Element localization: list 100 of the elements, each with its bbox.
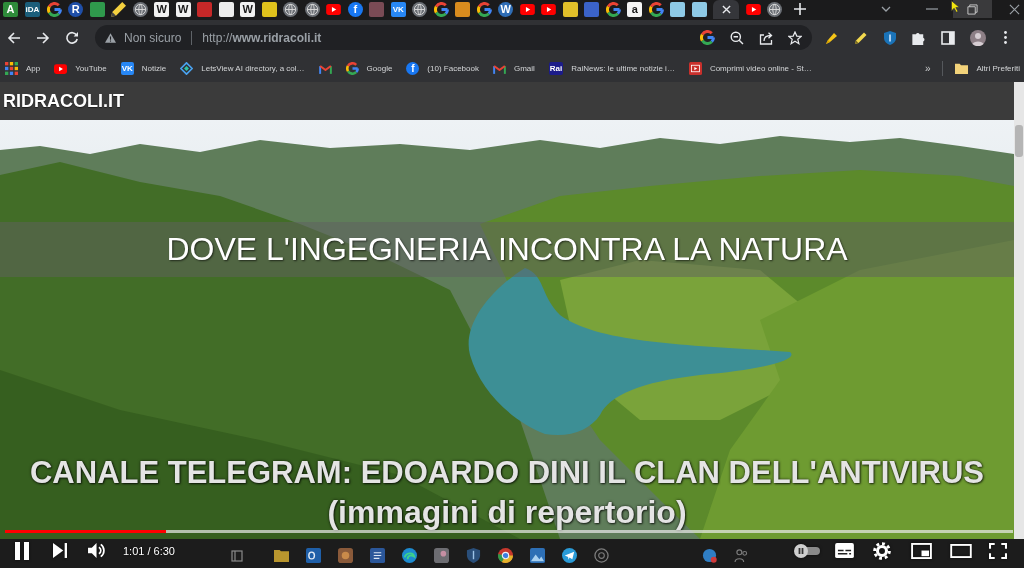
autoplay-toggle[interactable]: [794, 543, 822, 558]
reload-icon[interactable]: [65, 30, 79, 45]
chevron-down-icon[interactable]: [881, 6, 892, 12]
g-logo-icon[interactable]: [648, 2, 664, 17]
favicon-letter[interactable]: W: [498, 2, 514, 17]
theater-mode-icon[interactable]: [950, 543, 972, 558]
site-title[interactable]: RIDRACOLI.IT: [3, 90, 124, 112]
document-app-icon[interactable]: [370, 548, 385, 563]
mail-logo-icon[interactable]: [318, 63, 332, 74]
bookmark-link[interactable]: VK Notizie: [120, 62, 167, 75]
bookmark-link[interactable]: Gmail: [492, 63, 535, 74]
favicon-letter: Rai: [548, 62, 564, 75]
ring-icon[interactable]: [594, 548, 609, 563]
pause-icon[interactable]: [14, 541, 30, 560]
star-icon[interactable]: [788, 30, 802, 45]
zoom-out-icon[interactable]: [730, 30, 744, 45]
apps-grid-icon: [5, 62, 18, 75]
shield-icon[interactable]: [466, 548, 481, 563]
pencil-icon[interactable]: [854, 30, 868, 45]
favicon-letter[interactable]: R: [68, 2, 84, 17]
site-favicon-icon[interactable]: [261, 2, 277, 17]
play-logo-icon[interactable]: [745, 4, 761, 15]
pencil-icon[interactable]: [111, 2, 127, 17]
g-logo-icon[interactable]: [433, 2, 449, 17]
more-bookmarks-button[interactable]: »: [924, 63, 931, 74]
forward-arrow-icon[interactable]: [36, 30, 50, 45]
favicon-letter[interactable]: W: [175, 2, 191, 17]
g-logo-icon[interactable]: [46, 2, 62, 17]
site-favicon-icon[interactable]: [218, 2, 234, 17]
app-tile-icon[interactable]: [338, 548, 353, 563]
volume-icon[interactable]: [88, 542, 106, 559]
play-logo-icon[interactable]: [541, 4, 557, 15]
people-icon[interactable]: [734, 548, 749, 563]
restore-button[interactable]: [953, 0, 993, 18]
progress-track[interactable]: [5, 530, 1013, 533]
site-favicon-icon[interactable]: [455, 2, 471, 17]
app-tile-icon[interactable]: [434, 548, 449, 563]
site-favicon-icon[interactable]: [562, 2, 578, 17]
play-logo-icon[interactable]: [326, 4, 342, 15]
picture-icon[interactable]: [530, 548, 545, 563]
more-menu-icon[interactable]: [1004, 31, 1007, 44]
browser-logo-icon[interactable]: [498, 548, 513, 563]
avatar-icon[interactable]: [970, 29, 986, 46]
video-file-icon: [688, 62, 702, 75]
paper-plane-icon[interactable]: [562, 548, 577, 563]
swirl-icon[interactable]: [402, 548, 417, 563]
favicon-letter[interactable]: W: [154, 2, 170, 17]
site-favicon-icon[interactable]: [691, 2, 707, 17]
puzzle-icon[interactable]: [912, 30, 926, 45]
video-caption: (immagini di repertorio): [327, 496, 687, 528]
tab-close-icon[interactable]: [721, 4, 731, 14]
favicon-letter[interactable]: iDA: [24, 2, 41, 17]
mail-app-icon[interactable]: [306, 548, 321, 563]
new-tab-icon[interactable]: [794, 3, 807, 15]
close-icon[interactable]: [1009, 4, 1021, 15]
play-logo-icon[interactable]: [519, 4, 535, 15]
scrollbar-thumb[interactable]: [1015, 125, 1023, 157]
g-logo-icon[interactable]: [476, 2, 492, 17]
folder-icon[interactable]: [274, 548, 289, 563]
g-logo-icon[interactable]: [605, 2, 621, 17]
site-favicon-icon[interactable]: [670, 2, 686, 17]
favicon-letter[interactable]: W: [240, 2, 256, 17]
globe-icon[interactable]: [767, 2, 783, 17]
skip-next-icon[interactable]: [53, 543, 67, 558]
favicon-letter[interactable]: A: [3, 2, 18, 17]
globe-icon[interactable]: [412, 2, 428, 17]
globe-icon[interactable]: [283, 2, 299, 17]
status-circle-icon[interactable]: [702, 548, 717, 563]
bookmark-link[interactable]: Rai RaiNews: le ultime notizie i…: [548, 62, 675, 75]
active-tab[interactable]: [713, 0, 740, 19]
shield-icon[interactable]: [883, 30, 897, 45]
fullscreen-icon[interactable]: [989, 542, 1007, 559]
miniplayer-icon[interactable]: [911, 542, 932, 559]
minimize-icon[interactable]: [926, 8, 939, 10]
favicon-letter[interactable]: VK: [390, 2, 406, 17]
share-icon[interactable]: [759, 30, 773, 45]
favicon-letter[interactable]: a: [627, 2, 643, 17]
bookmark-link[interactable]: Comprimi video online - St…: [688, 62, 812, 75]
play-logo-icon: [54, 63, 68, 74]
highlighter-icon[interactable]: [825, 30, 839, 45]
g-logo-icon[interactable]: [700, 30, 715, 45]
scrollbar[interactable]: [1014, 82, 1024, 539]
bookmark-link[interactable]: Google: [345, 62, 393, 75]
side-panel-icon[interactable]: [941, 30, 955, 45]
bookmark-link[interactable]: YouTube: [54, 63, 107, 74]
settings-icon[interactable]: [873, 541, 891, 560]
back-arrow-icon[interactable]: [7, 30, 21, 45]
address-bar[interactable]: Non sicuro http://www.ridracoli.it: [95, 25, 812, 50]
favicon-letter[interactable]: f: [347, 2, 363, 17]
bookmark-link[interactable]: LetsView AI directory, a col…: [180, 62, 305, 75]
subtitles-icon[interactable]: [835, 543, 854, 558]
url-text: http://www.ridracoli.it: [202, 30, 322, 45]
bookmark-folder[interactable]: Altri Preferiti: [955, 62, 1020, 75]
time-display: 1:01 / 6:30: [123, 544, 175, 557]
bookmark-link[interactable]: f (10) Facebook: [406, 62, 479, 75]
warning-icon: [105, 32, 116, 43]
globe-icon[interactable]: [304, 2, 320, 17]
bookmark-link[interactable]: App: [5, 62, 41, 75]
task-view-icon[interactable]: [231, 549, 243, 562]
globe-icon[interactable]: [132, 2, 148, 17]
